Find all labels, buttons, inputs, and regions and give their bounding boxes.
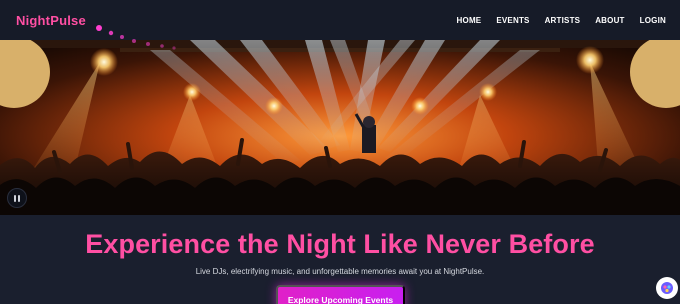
- nav-login-link[interactable]: LOGIN: [640, 16, 666, 25]
- nav-about-link[interactable]: ABOUT: [595, 16, 624, 25]
- explore-events-button[interactable]: Explore Upcoming Events: [276, 285, 405, 304]
- nav-events-link[interactable]: EVENTS: [496, 16, 529, 25]
- brand-logo[interactable]: NightPulse: [16, 13, 86, 28]
- hero-headline: Experience the Night Like Never Before: [85, 229, 595, 259]
- nav-links: HOME EVENTS ARTISTS ABOUT LOGIN: [457, 16, 666, 25]
- nav-artists-link[interactable]: ARTISTS: [545, 16, 581, 25]
- navbar: NightPulse HOME EVENTS ARTISTS ABOUT LOG…: [0, 0, 680, 40]
- hero-subline: Live DJs, electrifying music, and unforg…: [195, 267, 485, 276]
- chat-icon: [661, 282, 673, 294]
- accessibility-toggle-button[interactable]: [7, 188, 27, 208]
- nav-home-link[interactable]: HOME: [457, 16, 482, 25]
- chat-widget-button[interactable]: [656, 277, 678, 299]
- pause-icon-bar: [18, 194, 20, 202]
- pause-icon: [14, 194, 16, 202]
- hero-image: [0, 40, 680, 215]
- concert-illustration: [0, 40, 680, 215]
